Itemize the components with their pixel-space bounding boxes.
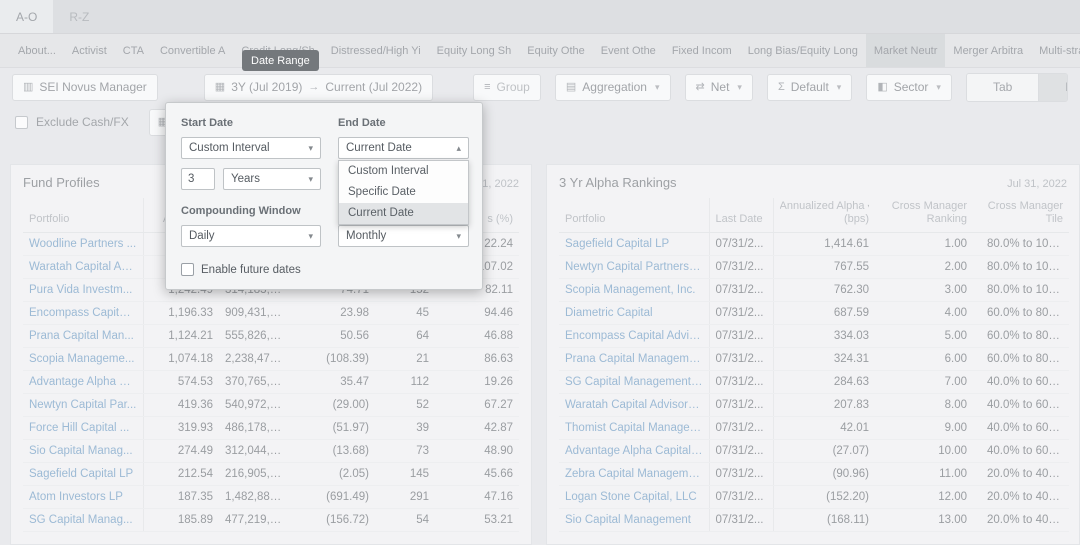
dim-overlay <box>0 0 1080 545</box>
menu-item[interactable]: Specific Date <box>339 182 468 203</box>
menu-item[interactable]: Custom Interval <box>339 161 468 182</box>
enable-future-dates-checkbox[interactable] <box>181 263 194 276</box>
interval-unit-select[interactable]: Years ▾ <box>223 168 321 190</box>
end-compounding-select[interactable]: Monthly ▾ <box>338 225 469 247</box>
compounding-select[interactable]: Daily ▾ <box>181 225 321 247</box>
date-range-tooltip: Date Range <box>242 50 319 71</box>
caret-down-icon: ▾ <box>308 174 313 185</box>
app-window: A-O R-Z About... Activist CTA Convertibl… <box>0 0 1080 545</box>
end-date-type-menu: Custom Interval Specific Date Current Da… <box>338 160 469 225</box>
caret-up-icon: ▴ <box>456 143 461 154</box>
caret-down-icon: ▾ <box>456 231 461 242</box>
caret-down-icon: ▾ <box>308 231 313 242</box>
end-date-type-select[interactable]: Current Date ▴ <box>338 137 469 159</box>
end-date-label: End Date <box>338 117 469 130</box>
start-interval-type-select[interactable]: Custom Interval ▾ <box>181 137 321 159</box>
caret-down-icon: ▾ <box>308 143 313 154</box>
start-date-label: Start Date <box>181 117 321 130</box>
date-range-popover: Start Date Custom Interval ▾ Years ▾ Com… <box>165 102 483 290</box>
menu-item[interactable]: Current Date <box>339 203 468 224</box>
interval-value-input[interactable] <box>181 168 215 190</box>
compounding-window-label: Compounding Window <box>181 205 321 218</box>
enable-future-dates-label: Enable future dates <box>201 264 301 276</box>
